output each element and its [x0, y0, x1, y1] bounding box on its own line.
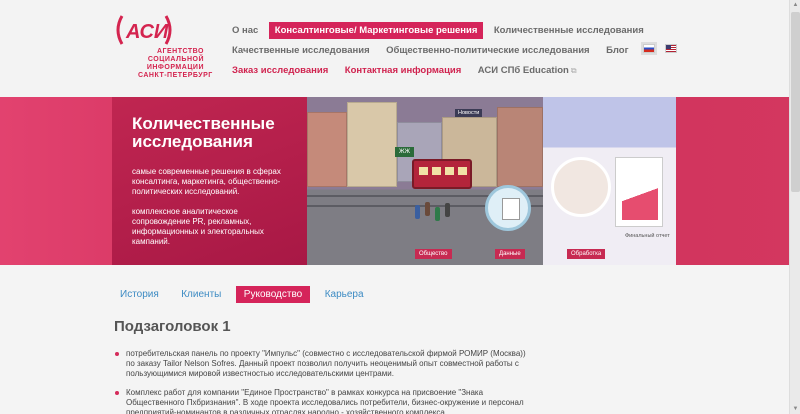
building [347, 102, 397, 187]
scene-label-data: Данные [495, 249, 525, 259]
tab-career[interactable]: Карьера [317, 286, 372, 303]
final-report [615, 157, 663, 227]
nav-item-about[interactable]: О нас [226, 22, 264, 39]
logo-mark-icon: АСИ [116, 15, 172, 45]
data-bubble [485, 185, 531, 231]
person-figure [435, 207, 440, 221]
report-chart-icon [622, 180, 658, 220]
tram-window [419, 167, 428, 175]
nav-item-political[interactable]: Общественно-политические исследования [380, 42, 596, 59]
banner-illustration: Новости ЖЖ Общество Данные Финальный отч… [307, 97, 676, 265]
scroll-down-icon[interactable]: ▼ [790, 404, 800, 414]
nav-row-2: Качественные исследования Общественно-по… [226, 40, 635, 58]
external-link-icon: ⧉ [570, 66, 577, 75]
list-item: Комплекс работ для компании "Единое Прос… [114, 388, 534, 414]
nav-item-education[interactable]: АСИ СПб Education ⧉ [472, 62, 583, 79]
banner-paragraph: комплексное аналитическое сопровождение … [132, 207, 264, 246]
language-switcher [643, 40, 683, 58]
person-figure [415, 205, 420, 219]
scene-label-processing: Обработка [567, 249, 606, 259]
main-content: Подзаголовок 1 потребительская панель по… [114, 318, 534, 414]
building [497, 107, 543, 187]
nav-row-3: Заказ исследования Контактная информация… [226, 60, 583, 78]
tab-management[interactable]: Руководство [235, 286, 311, 303]
flag-en-icon[interactable] [665, 44, 678, 54]
tram-window [458, 167, 467, 175]
news-sign: Новости [455, 109, 483, 117]
page-subheading: Подзаголовок 1 [114, 318, 231, 335]
nav-item-quantitative[interactable]: Количественные исследования [488, 22, 650, 39]
city-scene: Новости ЖЖ Общество Данные [307, 97, 543, 265]
tram-window [445, 167, 454, 175]
logo-text: АГЕНТСТВО СОЦИАЛЬНОЙ ИНФОРМАЦИИ САНКТ-ПЕ… [138, 48, 213, 80]
page-scrollbar[interactable]: ▲ ▼ [789, 0, 800, 414]
tab-history[interactable]: История [112, 286, 167, 303]
scene-label-society: Общество [415, 249, 452, 259]
nav-item-qualitative[interactable]: Качественные исследования [226, 42, 376, 59]
site-header: АСИ АГЕНТСТВО СОЦИАЛЬНОЙ ИНФОРМАЦИИ САНК… [0, 0, 789, 97]
section-tabs: История Клиенты Руководство Карьера [112, 284, 374, 303]
scrollbar-thumb[interactable] [791, 12, 800, 192]
nav-item-education-label: АСИ СПб Education [477, 65, 569, 76]
flag-ru-icon[interactable] [643, 44, 655, 54]
logo-line: СОЦИАЛЬНОЙ [147, 56, 204, 63]
svg-text:АСИ: АСИ [125, 21, 169, 43]
banner-paragraph: самые современные решения в сферах конса… [132, 167, 281, 196]
nav-row-1: О нас Консалтинговые/ Маркетинговые реше… [226, 20, 650, 39]
logo-line: ИНФОРМАЦИИ [146, 64, 204, 71]
logo-line: САНКТ-ПЕТЕРБУРГ [138, 72, 213, 79]
tram-illustration [412, 159, 472, 189]
person-figure [425, 202, 430, 216]
building [307, 112, 347, 187]
processing-room [551, 157, 611, 217]
nav-item-consulting[interactable]: Консалтинговые/ Маркетинговые решения [268, 22, 484, 39]
document-icon [502, 198, 520, 220]
list-item: потребительская панель по проекту "Импул… [114, 349, 534, 379]
processing-scene: Финальный отчет Обработка [543, 97, 676, 265]
report-label: Финальный отчет [625, 233, 670, 239]
agency-logo[interactable]: АСИ АГЕНТСТВО СОЦИАЛЬНОЙ ИНФОРМАЦИИ САНК… [112, 10, 213, 82]
tram-window [432, 167, 441, 175]
logo-line: АГЕНТСТВО [156, 48, 204, 55]
banner-title: Количественные исследования [132, 114, 275, 151]
hero-banner: Количественные исследования самые соврем… [0, 97, 789, 265]
project-list: потребительская панель по проекту "Импул… [114, 349, 534, 414]
banner-text: самые современные решения в сферах конса… [132, 167, 292, 257]
person-figure [445, 203, 450, 217]
scroll-up-icon[interactable]: ▲ [790, 0, 800, 10]
nav-item-blog[interactable]: Блог [600, 42, 635, 59]
nav-item-order-research[interactable]: Заказ исследования [226, 62, 334, 79]
tab-clients[interactable]: Клиенты [173, 286, 229, 303]
tram-sign: ЖЖ [395, 147, 415, 157]
nav-item-contacts[interactable]: Контактная информация [339, 62, 468, 79]
